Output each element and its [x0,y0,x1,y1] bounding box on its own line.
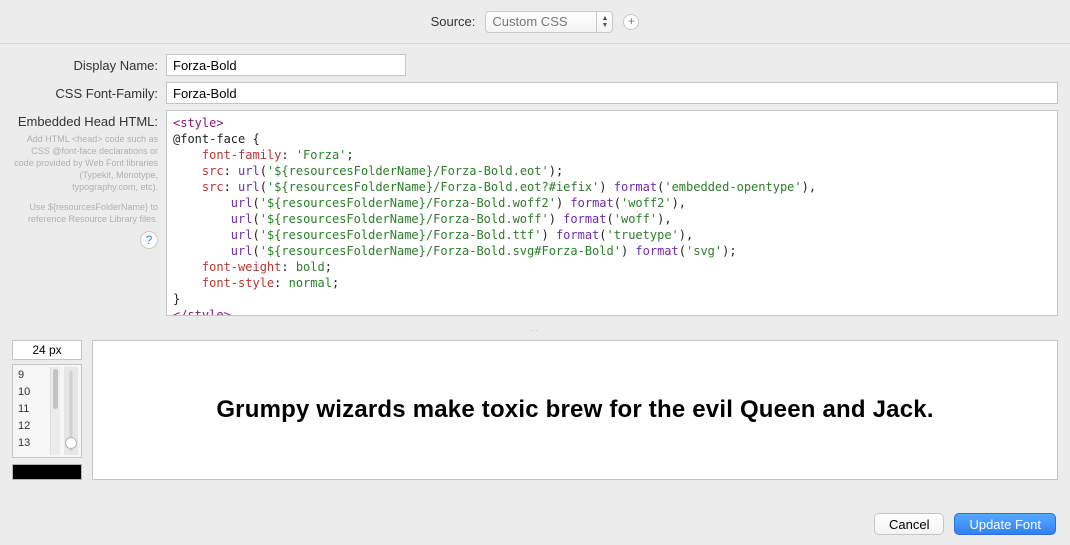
select-stepper-icon: ▲▼ [596,12,612,32]
size-list[interactable]: 9 10 11 12 13 [16,367,46,455]
size-list-slider: 9 10 11 12 13 [12,364,82,458]
preview-zone: 9 10 11 12 13 Grumpy wizards make toxic … [0,336,1070,488]
display-name-label: Display Name: [12,54,166,73]
slider-thumb[interactable] [65,437,77,449]
size-controls: 9 10 11 12 13 [12,340,82,480]
source-bar: Source: Custom CSS ▲▼ + [0,0,1070,44]
embedded-label: Embedded Head HTML: [12,110,166,129]
form-area: Display Name: CSS Font-Family: Embedded … [0,44,1070,326]
row-embedded: Embedded Head HTML: Add HTML <head> code… [12,110,1058,316]
display-name-input[interactable] [166,54,406,76]
add-source-button[interactable]: + [623,14,639,30]
size-option[interactable]: 13 [16,435,46,452]
size-option[interactable]: 9 [16,367,46,384]
row-css-family: CSS Font-Family: [12,82,1058,104]
panel-resize-grip[interactable]: ⋯ [0,326,1070,336]
embedded-help-2: Use ${resourcesFolderName} to reference … [12,201,166,225]
size-list-scrollbar[interactable] [50,367,60,455]
source-selected: Custom CSS [492,14,567,29]
preview-box: Grumpy wizards make toxic brew for the e… [92,340,1058,480]
help-icon[interactable]: ? [140,231,158,249]
embedded-code-input[interactable]: <style> @font-face { font-family: 'Forza… [166,110,1058,316]
embedded-help-1: Add HTML <head> code such as CSS @font-f… [12,133,166,193]
source-select[interactable]: Custom CSS ▲▼ [485,11,613,33]
size-slider[interactable] [64,367,78,455]
size-option[interactable]: 11 [16,401,46,418]
cancel-button[interactable]: Cancel [874,513,944,535]
source-label: Source: [431,14,476,29]
update-font-button[interactable]: Update Font [954,513,1056,535]
font-size-input[interactable] [12,340,82,360]
size-option[interactable]: 12 [16,418,46,435]
preview-sample-text: Grumpy wizards make toxic brew for the e… [216,396,933,424]
button-bar: Cancel Update Font [874,513,1056,535]
row-display-name: Display Name: [12,54,1058,76]
css-family-label: CSS Font-Family: [12,82,166,101]
css-family-input[interactable] [166,82,1058,104]
preview-color-swatch[interactable] [12,464,82,480]
size-option[interactable]: 10 [16,384,46,401]
